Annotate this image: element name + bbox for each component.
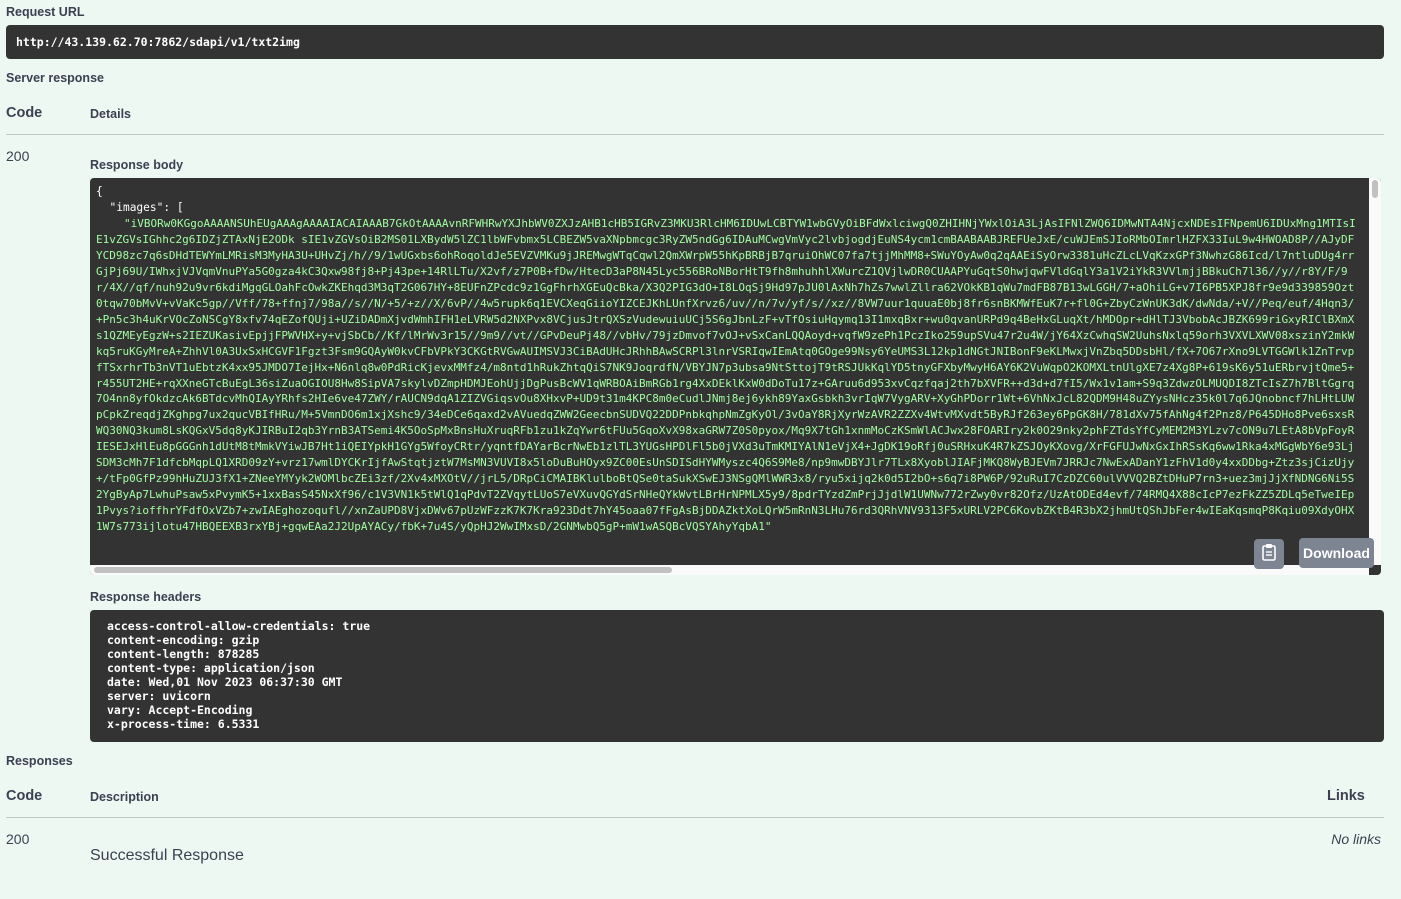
request-url-value: http://43.139.62.70:7862/sdapi/v1/txt2im… <box>16 35 300 49</box>
request-url-box[interactable]: http://43.139.62.70:7862/sdapi/v1/txt2im… <box>6 25 1384 59</box>
header-line: content-encoding: gzip <box>107 633 260 647</box>
response-body-base64: "iVBORw0KGgoAAAANSUhEUgAAAgAAAAIACAIAAAB… <box>96 217 1356 534</box>
responses-description: Successful Response <box>90 847 244 864</box>
copy-to-clipboard-button[interactable] <box>1254 539 1284 569</box>
json-open-brace: { <box>96 185 103 198</box>
responses-description-header: Description <box>90 790 159 804</box>
header-line: content-type: application/json <box>107 661 315 675</box>
horizontal-scroll-thumb[interactable] <box>94 567 672 573</box>
response-headers-label: Response headers <box>90 590 202 604</box>
server-response-code-header: Code <box>6 105 43 121</box>
responses-links-header: Links <box>1327 788 1365 804</box>
header-line: content-length: 878285 <box>107 647 260 661</box>
header-line: access-control-allow-credentials: true <box>107 619 371 633</box>
header-line: x-process-time: 6.5331 <box>107 717 260 731</box>
json-images-key: "images": [ <box>109 201 184 214</box>
response-body-vertical-scrollbar[interactable] <box>1369 178 1381 565</box>
responses-code-header: Code <box>6 788 43 804</box>
response-body-box[interactable]: { "images": [ "iVBORw0KGgoAAAANSUhEUgAAA… <box>90 178 1381 575</box>
server-response-details-header: Details <box>90 107 131 121</box>
header-line: server: uvicorn <box>107 689 211 703</box>
responses-divider <box>6 817 1384 818</box>
header-line: date: Wed,01 Nov 2023 06:37:30 GMT <box>107 675 343 689</box>
server-response-code: 200 <box>6 148 30 164</box>
clipboard-icon <box>1261 543 1277 566</box>
response-body-label: Response body <box>90 158 184 172</box>
server-response-label: Server response <box>6 71 104 85</box>
download-button[interactable]: Download <box>1299 538 1374 568</box>
responses-code: 200 <box>6 831 30 847</box>
responses-label: Responses <box>6 754 73 768</box>
response-body-horizontal-scrollbar[interactable] <box>90 565 1369 575</box>
header-line: vary: Accept-Encoding <box>107 703 253 717</box>
vertical-scroll-thumb[interactable] <box>1372 180 1378 198</box>
responses-links: No links <box>1331 831 1381 847</box>
request-url-label: Request URL <box>6 5 85 19</box>
server-response-divider <box>6 134 1384 135</box>
response-headers-box[interactable]: access-control-allow-credentials: true c… <box>90 610 1384 742</box>
response-body-json-open: { "images": [ <box>96 184 1358 216</box>
